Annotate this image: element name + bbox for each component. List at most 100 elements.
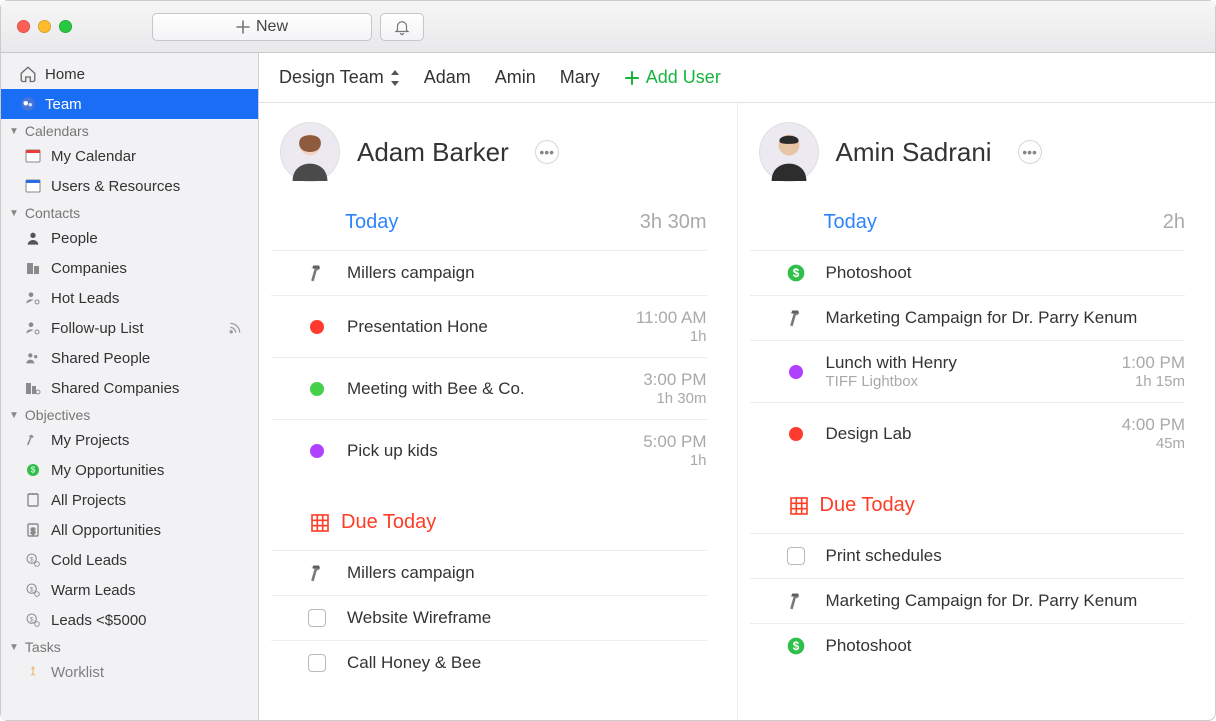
sidebar-item-team[interactable]: Team bbox=[1, 89, 258, 119]
entry-time: 3:00 PM1h 30m bbox=[643, 370, 706, 407]
team-member-column: Amin Sadrani•••Today2h$PhotoshootMarketi… bbox=[737, 103, 1216, 720]
plus-icon bbox=[236, 20, 250, 34]
svg-text:$: $ bbox=[31, 527, 36, 536]
member-header: Amin Sadrani ••• bbox=[750, 123, 1186, 181]
member-header: Adam Barker ••• bbox=[271, 123, 707, 181]
window-zoom[interactable] bbox=[59, 20, 72, 33]
due-entry[interactable]: $Photoshoot bbox=[750, 623, 1186, 668]
add-user-button[interactable]: Add User bbox=[624, 67, 721, 88]
entry-title: Call Honey & Bee bbox=[347, 653, 707, 673]
member-name: Adam Barker bbox=[357, 137, 509, 168]
window-minimize[interactable] bbox=[38, 20, 51, 33]
checkbox-icon[interactable] bbox=[307, 609, 327, 627]
hammer-icon bbox=[307, 263, 327, 283]
sidebar-item-my-calendar[interactable]: My Calendar bbox=[1, 141, 258, 171]
entry-time: 5:00 PM1h bbox=[643, 432, 706, 469]
new-button[interactable]: New bbox=[152, 13, 372, 41]
sidebar-group-calendars[interactable]: ▼ Calendars bbox=[1, 119, 258, 141]
sidebar-item-leads-5000[interactable]: $ Leads <$5000 bbox=[1, 605, 258, 635]
user-tab-adam[interactable]: Adam bbox=[424, 67, 471, 88]
due-entry[interactable]: Millers campaign bbox=[271, 550, 707, 595]
agenda-entry[interactable]: Pick up kids5:00 PM1h bbox=[271, 419, 707, 481]
sidebar-item-label: My Opportunities bbox=[51, 462, 248, 479]
today-label: Today bbox=[824, 211, 1163, 234]
svg-text:$: $ bbox=[30, 586, 34, 593]
member-name: Amin Sadrani bbox=[836, 137, 992, 168]
sidebar-item-label: Companies bbox=[51, 260, 248, 277]
sidebar-item-label: My Projects bbox=[51, 432, 248, 449]
sidebar-group-contacts[interactable]: ▼ Contacts bbox=[1, 201, 258, 223]
calendar-icon bbox=[25, 178, 41, 194]
sidebar-item-label: All Projects bbox=[51, 492, 248, 509]
sidebar-item-people[interactable]: People bbox=[1, 223, 258, 253]
due-today-label: Due Today bbox=[341, 511, 436, 534]
sidebar-item-cold-leads[interactable]: $ Cold Leads bbox=[1, 545, 258, 575]
dollar-gear-icon: $ bbox=[25, 582, 41, 598]
more-button[interactable]: ••• bbox=[535, 140, 559, 164]
due-entry[interactable]: Call Honey & Bee bbox=[271, 640, 707, 685]
person-gear-icon bbox=[25, 320, 41, 336]
notifications-button[interactable] bbox=[380, 13, 424, 41]
building-icon bbox=[25, 260, 41, 276]
sidebar-item-warm-leads[interactable]: $ Warm Leads bbox=[1, 575, 258, 605]
hammer-icon bbox=[786, 308, 806, 328]
dollar-green-icon: $ bbox=[786, 636, 806, 656]
sidebar-item-worklist[interactable]: Worklist bbox=[1, 657, 258, 687]
add-user-label: Add User bbox=[646, 67, 721, 88]
agenda-entry[interactable]: Marketing Campaign for Dr. Parry Kenum bbox=[750, 295, 1186, 340]
sidebar-item-users-resources[interactable]: Users & Resources bbox=[1, 171, 258, 201]
agenda-entry[interactable]: Presentation Hone11:00 AM1h bbox=[271, 295, 707, 357]
sidebar-item-followup-list[interactable]: Follow-up List bbox=[1, 313, 258, 343]
sidebar-item-label: Home bbox=[45, 66, 248, 83]
sidebar-item-my-projects[interactable]: My Projects bbox=[1, 425, 258, 455]
agenda-entry[interactable]: Design Lab4:00 PM45m bbox=[750, 402, 1186, 464]
agenda-entry[interactable]: $Photoshoot bbox=[750, 250, 1186, 295]
due-entry[interactable]: Print schedules bbox=[750, 533, 1186, 578]
sidebar-item-all-opportunities[interactable]: $ All Opportunities bbox=[1, 515, 258, 545]
chevron-down-icon: ▼ bbox=[9, 642, 19, 653]
sidebar-item-shared-people[interactable]: Shared People bbox=[1, 343, 258, 373]
agenda-entry[interactable]: Meeting with Bee & Co.3:00 PM1h 30m bbox=[271, 357, 707, 419]
sidebar-item-label: Team bbox=[45, 96, 248, 113]
plus-icon bbox=[624, 70, 640, 86]
ellipsis-icon: ••• bbox=[539, 144, 554, 160]
user-tab-mary[interactable]: Mary bbox=[560, 67, 600, 88]
window-close[interactable] bbox=[17, 20, 30, 33]
sidebar-item-all-projects[interactable]: All Projects bbox=[1, 485, 258, 515]
due-entry[interactable]: Website Wireframe bbox=[271, 595, 707, 640]
agenda-entry[interactable]: Millers campaign bbox=[271, 250, 707, 295]
content-header: Design Team Adam Amin Mary Add User bbox=[259, 53, 1215, 103]
calendar-icon bbox=[25, 148, 41, 164]
dollar-green-icon: $ bbox=[25, 462, 41, 478]
sidebar-group-label: Contacts bbox=[25, 205, 80, 221]
entry-title: Photoshoot bbox=[826, 263, 1186, 283]
agenda-entry[interactable]: Lunch with HenryTIFF Lightbox1:00 PM1h 1… bbox=[750, 340, 1186, 402]
sidebar-item-shared-companies[interactable]: Shared Companies bbox=[1, 373, 258, 403]
dot-purple-icon bbox=[307, 444, 327, 458]
due-entry[interactable]: Marketing Campaign for Dr. Parry Kenum bbox=[750, 578, 1186, 623]
notebook-icon bbox=[25, 492, 41, 508]
grid-icon bbox=[311, 514, 329, 532]
sidebar-item-hot-leads[interactable]: Hot Leads bbox=[1, 283, 258, 313]
team-switcher[interactable]: Design Team bbox=[279, 67, 400, 88]
entry-time: 1:00 PM1h 15m bbox=[1122, 353, 1185, 390]
more-button[interactable]: ••• bbox=[1018, 140, 1042, 164]
user-tab-amin[interactable]: Amin bbox=[495, 67, 536, 88]
today-total: 3h 30m bbox=[640, 211, 707, 234]
checkbox-icon[interactable] bbox=[307, 654, 327, 672]
sidebar-item-home[interactable]: Home bbox=[1, 59, 258, 89]
sidebar-group-tasks[interactable]: ▼ Tasks bbox=[1, 635, 258, 657]
avatar[interactable] bbox=[760, 123, 818, 181]
sidebar-item-companies[interactable]: Companies bbox=[1, 253, 258, 283]
avatar[interactable] bbox=[281, 123, 339, 181]
checkbox-icon[interactable] bbox=[786, 547, 806, 565]
svg-text:$: $ bbox=[30, 616, 34, 623]
sidebar-item-my-opportunities[interactable]: $ My Opportunities bbox=[1, 455, 258, 485]
sidebar-group-objectives[interactable]: ▼ Objectives bbox=[1, 403, 258, 425]
sidebar-item-label: All Opportunities bbox=[51, 522, 248, 539]
entry-title: Print schedules bbox=[826, 546, 1186, 566]
team-icon bbox=[19, 95, 37, 113]
entry-title: Millers campaign bbox=[347, 563, 707, 583]
sidebar-item-label: Leads <$5000 bbox=[51, 612, 248, 629]
today-section-header: Today3h 30m bbox=[271, 211, 707, 244]
